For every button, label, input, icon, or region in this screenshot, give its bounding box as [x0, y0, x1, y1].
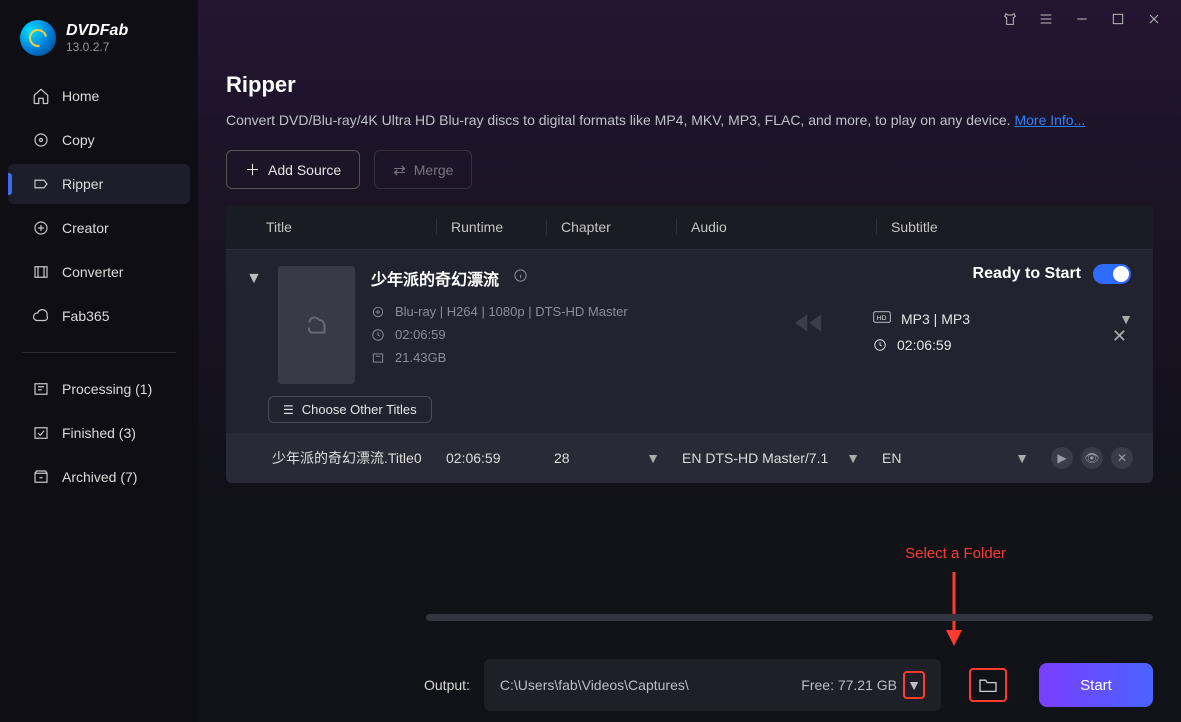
remove-subrow-button[interactable]: ✕ — [1111, 447, 1133, 469]
sub-audio-dropdown[interactable]: EN DTS-HD Master/7.1▼ — [682, 450, 882, 466]
sidebar-item-home[interactable]: Home — [8, 76, 190, 116]
sidebar-label: Fab365 — [62, 308, 109, 324]
skin-icon[interactable] — [1001, 10, 1019, 28]
enable-toggle[interactable] — [1093, 264, 1131, 284]
sidebar-label: Finished (3) — [62, 425, 136, 441]
title-subrow: 少年派的奇幻漂流.Title0 02:06:59 28▼ EN DTS-HD M… — [226, 433, 1153, 483]
sidebar-item-processing[interactable]: Processing (1) — [8, 369, 190, 409]
output-path-field[interactable]: C:\Users\fab\Videos\Captures\ Free: 77.2… — [484, 659, 941, 711]
annotation-text: Select a Folder — [905, 545, 1006, 562]
sidebar-label: Ripper — [62, 176, 103, 192]
format-line: Blu-ray | H264 | 1080p | DTS-HD Master — [395, 304, 628, 319]
status-text: Ready to Start — [973, 265, 1081, 283]
th-runtime: Runtime — [436, 219, 546, 235]
archived-icon — [32, 468, 50, 486]
svg-text:HD: HD — [877, 315, 887, 322]
choose-other-titles-button[interactable]: ☰ Choose Other Titles — [268, 396, 432, 423]
item-title: 少年派的奇幻漂流 — [371, 266, 499, 290]
free-space: Free: 77.21 GB — [801, 677, 897, 693]
output-path-dropdown[interactable]: ▼ — [903, 671, 925, 699]
output-label: Output: — [424, 677, 470, 693]
add-source-button[interactable]: ＋ Add Source — [226, 150, 360, 189]
list-icon: ☰ — [283, 403, 294, 417]
menu-icon[interactable] — [1037, 10, 1055, 28]
folder-icon — [978, 677, 998, 693]
brand-logo-icon — [20, 20, 56, 56]
output-path: C:\Users\fab\Videos\Captures\ — [500, 677, 689, 693]
duration: 02:06:59 — [395, 327, 446, 342]
th-chapter: Chapter — [546, 219, 676, 235]
disc-icon — [371, 305, 385, 319]
sidebar-item-fab365[interactable]: Fab365 — [8, 296, 190, 336]
browse-folder-button[interactable] — [969, 668, 1007, 702]
th-subtitle: Subtitle — [876, 219, 1133, 235]
sidebar-label: Archived (7) — [62, 469, 137, 485]
sub-subtitle-dropdown[interactable]: EN▼ — [882, 450, 1051, 466]
sidebar-item-ripper[interactable]: Ripper — [8, 164, 190, 204]
table-header: Title Runtime Chapter Audio Subtitle — [226, 205, 1153, 250]
page-title: Ripper — [226, 72, 1153, 98]
sidebar-item-creator[interactable]: Creator — [8, 208, 190, 248]
maximize-icon[interactable] — [1109, 10, 1127, 28]
home-icon — [32, 87, 50, 105]
sidebar-label: Creator — [62, 220, 109, 236]
copy-icon — [32, 131, 50, 149]
play-preview-button[interactable]: ▶ — [1051, 447, 1073, 469]
sub-title: 少年派的奇幻漂流.Title0 — [272, 448, 446, 468]
sidebar-item-archived[interactable]: Archived (7) — [8, 457, 190, 497]
remove-item-button[interactable]: ✕ — [1112, 326, 1127, 347]
page-description: Convert DVD/Blu-ray/4K Ultra HD Blu-ray … — [226, 112, 1153, 128]
merge-button[interactable]: ⇄ Merge — [374, 150, 472, 189]
sidebar-label: Converter — [62, 264, 123, 280]
chevron-down-icon: ▼ — [1119, 311, 1133, 327]
close-icon[interactable] — [1145, 10, 1163, 28]
sidebar-item-converter[interactable]: Converter — [8, 252, 190, 292]
output-duration: 02:06:59 — [897, 337, 952, 353]
th-audio: Audio — [676, 219, 876, 235]
sidebar-item-finished[interactable]: Finished (3) — [8, 413, 190, 453]
cloud-icon — [32, 307, 50, 325]
start-button[interactable]: Start — [1039, 663, 1153, 707]
horizontal-scrollbar[interactable] — [426, 614, 1153, 621]
more-info-link[interactable]: More Info... — [1014, 112, 1085, 128]
creator-icon — [32, 219, 50, 237]
plus-icon: ＋ — [245, 159, 260, 180]
brand-name: DVDFab — [66, 22, 128, 40]
chevron-down-icon: ▼ — [646, 450, 682, 466]
arrow-icon — [795, 309, 837, 342]
storage-icon — [371, 351, 385, 365]
sub-runtime: 02:06:59 — [446, 450, 554, 466]
hd-icon: HD — [873, 310, 891, 327]
output-format-dropdown[interactable]: HD MP3 | MP3 ▼ — [873, 310, 1133, 327]
ripper-icon — [32, 175, 50, 193]
annotation-arrow-icon — [944, 570, 964, 653]
item-row: Ready to Start ▼ 少年派的奇幻漂流 Blu-ray | H264… — [226, 250, 1153, 433]
eye-button[interactable]: 👁 — [1081, 447, 1103, 469]
chevron-down-icon: ▼ — [846, 450, 882, 466]
divider — [22, 352, 176, 353]
thumbnail — [278, 266, 355, 384]
clock-icon — [873, 338, 887, 352]
clock-icon — [371, 328, 385, 342]
minimize-icon[interactable] — [1073, 10, 1091, 28]
expand-toggle[interactable]: ▼ — [246, 266, 262, 288]
info-icon[interactable] — [513, 268, 528, 288]
size: 21.43GB — [395, 350, 446, 365]
converter-icon — [32, 263, 50, 281]
th-title: Title — [246, 219, 436, 235]
sidebar-label: Processing (1) — [62, 381, 152, 397]
brand: DVDFab 13.0.2.7 — [0, 14, 198, 74]
chevron-down-icon: ▼ — [1015, 450, 1051, 466]
sub-chapter-dropdown[interactable]: 28▼ — [554, 450, 682, 466]
brand-version: 13.0.2.7 — [66, 40, 128, 54]
sidebar-item-copy[interactable]: Copy — [8, 120, 190, 160]
merge-icon: ⇄ — [393, 161, 406, 179]
processing-icon — [32, 380, 50, 398]
finished-icon — [32, 424, 50, 442]
sidebar-label: Home — [62, 88, 99, 104]
sidebar-label: Copy — [62, 132, 95, 148]
